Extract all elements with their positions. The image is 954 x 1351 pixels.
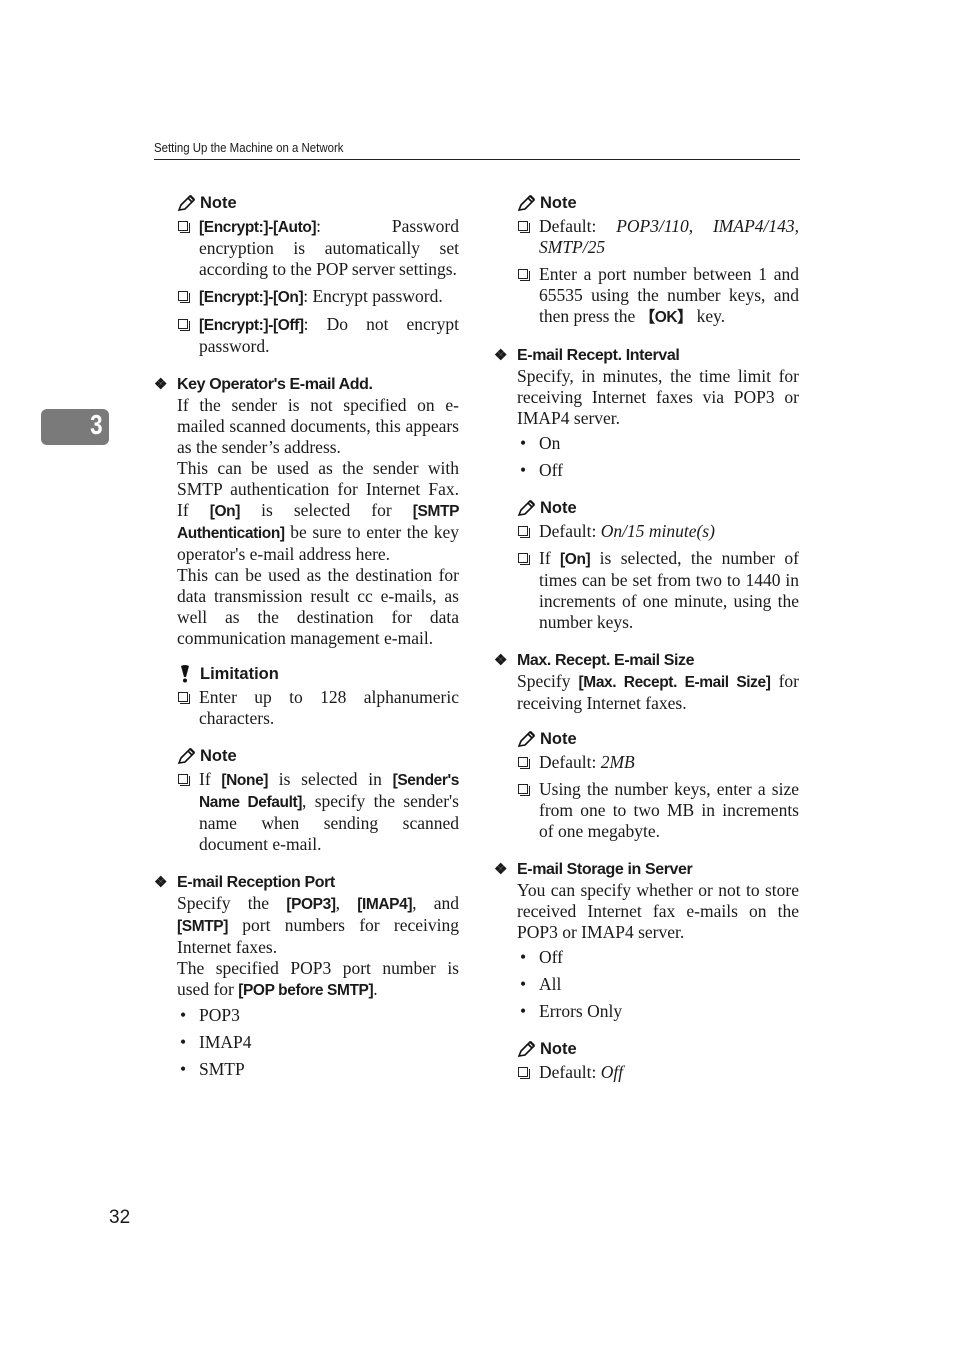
note-list: [Encrypt:]-[Auto]: Password encryption i… [177, 216, 459, 357]
diamond-bullet-icon: ❖ [154, 873, 168, 891]
limitation-list: Enter up to 128 alphanumeric characters. [177, 687, 459, 729]
chapter-tab: 3 [41, 409, 109, 445]
note-item: If [On] is selected, the number of times… [517, 548, 799, 633]
pencil-note-icon [177, 194, 196, 212]
note-item: Default: POP3/110, IMAP4/143, SMTP/25 [517, 216, 799, 258]
note-heading: Note [517, 1038, 799, 1060]
checkbox-bullet-icon [518, 221, 530, 233]
note-label: Note [200, 193, 237, 212]
option-list: On Off [517, 433, 799, 481]
note-item: Default: On/15 minute(s) [517, 521, 799, 542]
section-body: Specify, in minutes, the time limit for … [517, 366, 799, 428]
note-heading: Note [177, 745, 459, 767]
note-item: Enter a port number between 1 and 65535 … [517, 264, 799, 328]
note-item: Default: 2MB [517, 752, 799, 773]
checkbox-bullet-icon [518, 269, 530, 281]
diamond-bullet-icon: ❖ [494, 346, 508, 364]
checkbox-bullet-icon [518, 784, 530, 796]
ok-key-label: 【OK】 [639, 309, 693, 326]
section-heading-storage: ❖ E-mail Storage in Server [494, 860, 693, 878]
section-body: Specify the [POP3], [IMAP4], and [SMTP] … [177, 893, 459, 999]
pencil-note-icon [517, 730, 536, 748]
section-body: You can specify whether or not to store … [517, 880, 799, 942]
section-heading-max-size: ❖ Max. Recept. E-mail Size [494, 651, 695, 669]
checkbox-bullet-icon [518, 553, 530, 565]
page-number: 32 [109, 1207, 131, 1228]
note-list: Default: On/15 minute(s) If [On] is sele… [517, 521, 799, 633]
option-item: SMTP [177, 1059, 459, 1080]
section-body: Specify [Max. Recept. E-mail Size] for r… [517, 671, 799, 713]
running-header: Setting Up the Machine on a Network [154, 139, 800, 160]
right-column: Note Default: POP3/110, IMAP4/143, SMTP/… [494, 192, 799, 1089]
checkbox-bullet-icon [178, 221, 190, 233]
note-heading: Note [517, 497, 799, 519]
note-item: [Encrypt:]-[Off]: Do not encrypt passwor… [177, 314, 459, 357]
limitation-item: Enter up to 128 alphanumeric characters. [177, 687, 459, 729]
checkbox-bullet-icon [518, 1067, 530, 1079]
option-item: IMAP4 [177, 1032, 459, 1053]
option-item: Errors Only [517, 1001, 799, 1022]
pencil-note-icon [517, 194, 536, 212]
checkbox-bullet-icon [518, 757, 530, 769]
section-heading-recept-interval: ❖ E-mail Recept. Interval [494, 346, 680, 364]
diamond-bullet-icon: ❖ [494, 651, 508, 669]
note-heading: Note [517, 728, 799, 750]
note-item: Using the number keys, enter a size from… [517, 779, 799, 842]
note-list: Default: POP3/110, IMAP4/143, SMTP/25 En… [517, 216, 799, 328]
note-item: [Encrypt:]-[On]: Encrypt password. [177, 286, 459, 308]
option-item: All [517, 974, 799, 995]
pencil-note-icon [517, 499, 536, 517]
note-list: Default: Off [517, 1062, 799, 1083]
chapter-number: 3 [90, 409, 103, 440]
section-body: If the sender is not specified on e-mail… [177, 395, 460, 648]
checkbox-bullet-icon [178, 319, 190, 331]
checkbox-bullet-icon [518, 526, 530, 538]
note-heading: Note [517, 192, 799, 214]
exclamation-limitation-icon [181, 665, 189, 683]
option-item: On [517, 433, 799, 454]
note-list: If [None] is selected in [Sender's Name … [177, 769, 459, 855]
diamond-bullet-icon: ❖ [154, 375, 168, 393]
checkbox-bullet-icon [178, 692, 190, 704]
checkbox-bullet-icon [178, 774, 190, 786]
checkbox-bullet-icon [178, 291, 190, 303]
note-list: Default: 2MB Using the number keys, ente… [517, 752, 799, 842]
option-list: POP3 IMAP4 SMTP [177, 1005, 459, 1080]
option-item: Off [517, 460, 799, 481]
note-heading: Note [177, 192, 459, 214]
note-item: [Encrypt:]-[Auto]: Password encryption i… [177, 216, 459, 280]
option-item: POP3 [177, 1005, 459, 1026]
note-item: Default: Off [517, 1062, 799, 1083]
option-list: Off All Errors Only [517, 947, 799, 1022]
section-heading-reception-port: ❖ E-mail Reception Port [154, 873, 335, 891]
limitation-heading: Limitation [177, 663, 459, 685]
diamond-bullet-icon: ❖ [494, 860, 508, 878]
pencil-note-icon [517, 1040, 536, 1058]
note-item: If [None] is selected in [Sender's Name … [177, 769, 459, 855]
option-item: Off [517, 947, 799, 968]
section-heading-key-operator: ❖ Key Operator's E-mail Add. [154, 375, 373, 393]
pencil-note-icon [177, 747, 196, 765]
left-column: Note [Encrypt:]-[Auto]: Password encrypt… [154, 192, 459, 1086]
running-title: Setting Up the Machine on a Network [154, 140, 344, 155]
